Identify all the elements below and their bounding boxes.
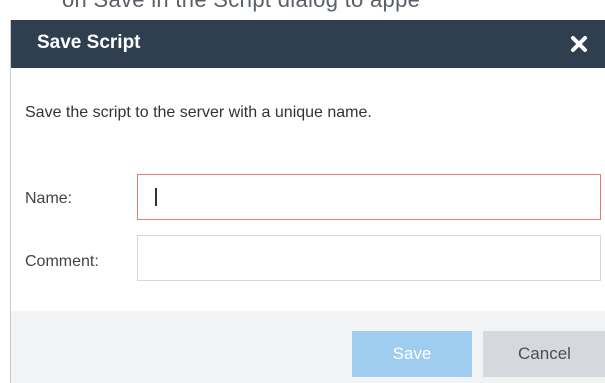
comment-input[interactable] — [137, 235, 601, 281]
name-label: Name: — [25, 190, 73, 207]
dialog-header: Save Script — [11, 20, 605, 68]
name-input[interactable] — [137, 174, 601, 220]
save-button[interactable]: Save — [352, 331, 472, 377]
comment-label: Comment: — [25, 253, 99, 270]
dialog-footer: Save Cancel — [11, 311, 605, 383]
cancel-button[interactable]: Cancel — [483, 331, 605, 377]
close-button[interactable] — [566, 31, 592, 57]
dialog-description: Save the script to the server with a uni… — [25, 104, 372, 121]
background-page-text: on Save in the Script dialog to appe — [62, 0, 420, 13]
text-caret — [155, 188, 157, 206]
dialog-title: Save Script — [37, 32, 141, 53]
save-script-dialog: Save Script Save the script to the serve… — [10, 20, 605, 383]
background-page-strip: on Save in the Script dialog to appe — [0, 0, 605, 20]
close-icon — [571, 36, 587, 52]
